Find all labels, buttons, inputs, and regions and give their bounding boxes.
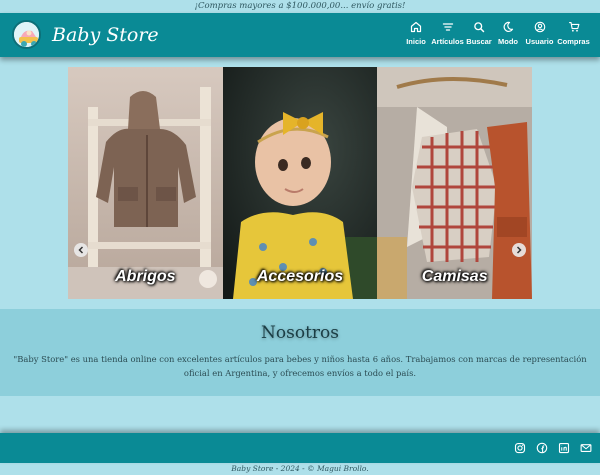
linkedin-icon[interactable] — [558, 442, 570, 454]
coat-photo — [68, 67, 223, 299]
about-title: Nosotros — [261, 323, 339, 343]
nav-label: Compras — [557, 37, 590, 46]
cart-icon — [568, 21, 579, 32]
user-icon — [534, 21, 545, 33]
shirts-photo — [377, 67, 532, 299]
home-icon — [410, 21, 422, 33]
carousel-next-button[interactable] — [512, 243, 526, 257]
footer — [0, 433, 600, 463]
slide-abrigos[interactable]: Abrigos — [68, 67, 223, 299]
slide-label: Camisas — [421, 268, 488, 285]
carousel-prev-button[interactable] — [74, 243, 88, 257]
nav-label: Buscar — [466, 37, 492, 46]
about-text: "Baby Store" es una tienda online con ex… — [13, 354, 587, 378]
baby-photo — [222, 67, 378, 299]
filter-icon — [442, 23, 453, 31]
social-links — [514, 442, 592, 454]
slide-label: Accesorios — [256, 268, 344, 285]
slide-camisas[interactable]: Camisas — [377, 67, 532, 299]
nav-articulos[interactable]: Artículos — [431, 21, 464, 46]
nav-compras[interactable]: Compras — [557, 21, 590, 46]
mail-icon[interactable] — [580, 442, 592, 454]
nav-modo[interactable]: Modo — [494, 21, 522, 46]
search-icon — [474, 22, 485, 33]
nav-label: Usuario — [525, 37, 554, 46]
copyright: Baby Store - 2024 - © Magui Brollo. — [231, 464, 369, 473]
nav-label: Inicio — [406, 37, 426, 46]
about-section: Nosotros "Baby Store" es una tienda onli… — [0, 309, 600, 396]
header: Baby Store Inicio Artículos Buscar Modo … — [0, 13, 600, 57]
nav-inicio[interactable]: Inicio — [402, 21, 430, 46]
instagram-icon[interactable] — [514, 442, 526, 454]
slide-label: Abrigos — [115, 268, 176, 285]
store-logo[interactable] — [12, 20, 41, 49]
nav-usuario[interactable]: Usuario — [523, 21, 556, 46]
chevron-left-icon — [78, 246, 84, 254]
nav-label: Modo — [498, 37, 518, 46]
promo-banner: ¡Compras mayores a $100.000,00... envío … — [194, 1, 406, 11]
main-nav: Inicio Artículos Buscar Modo Usuario Com… — [401, 21, 590, 46]
category-carousel: Abrigos Accesorios Camisas — [68, 67, 532, 299]
chevron-right-icon — [516, 246, 522, 254]
brand-title[interactable]: Baby Store — [52, 23, 159, 47]
moon-icon — [503, 21, 514, 33]
nav-buscar[interactable]: Buscar — [465, 21, 493, 46]
slide-accesorios[interactable]: Accesorios — [222, 67, 378, 299]
facebook-icon[interactable] — [536, 442, 548, 454]
nav-label: Artículos — [431, 37, 464, 46]
